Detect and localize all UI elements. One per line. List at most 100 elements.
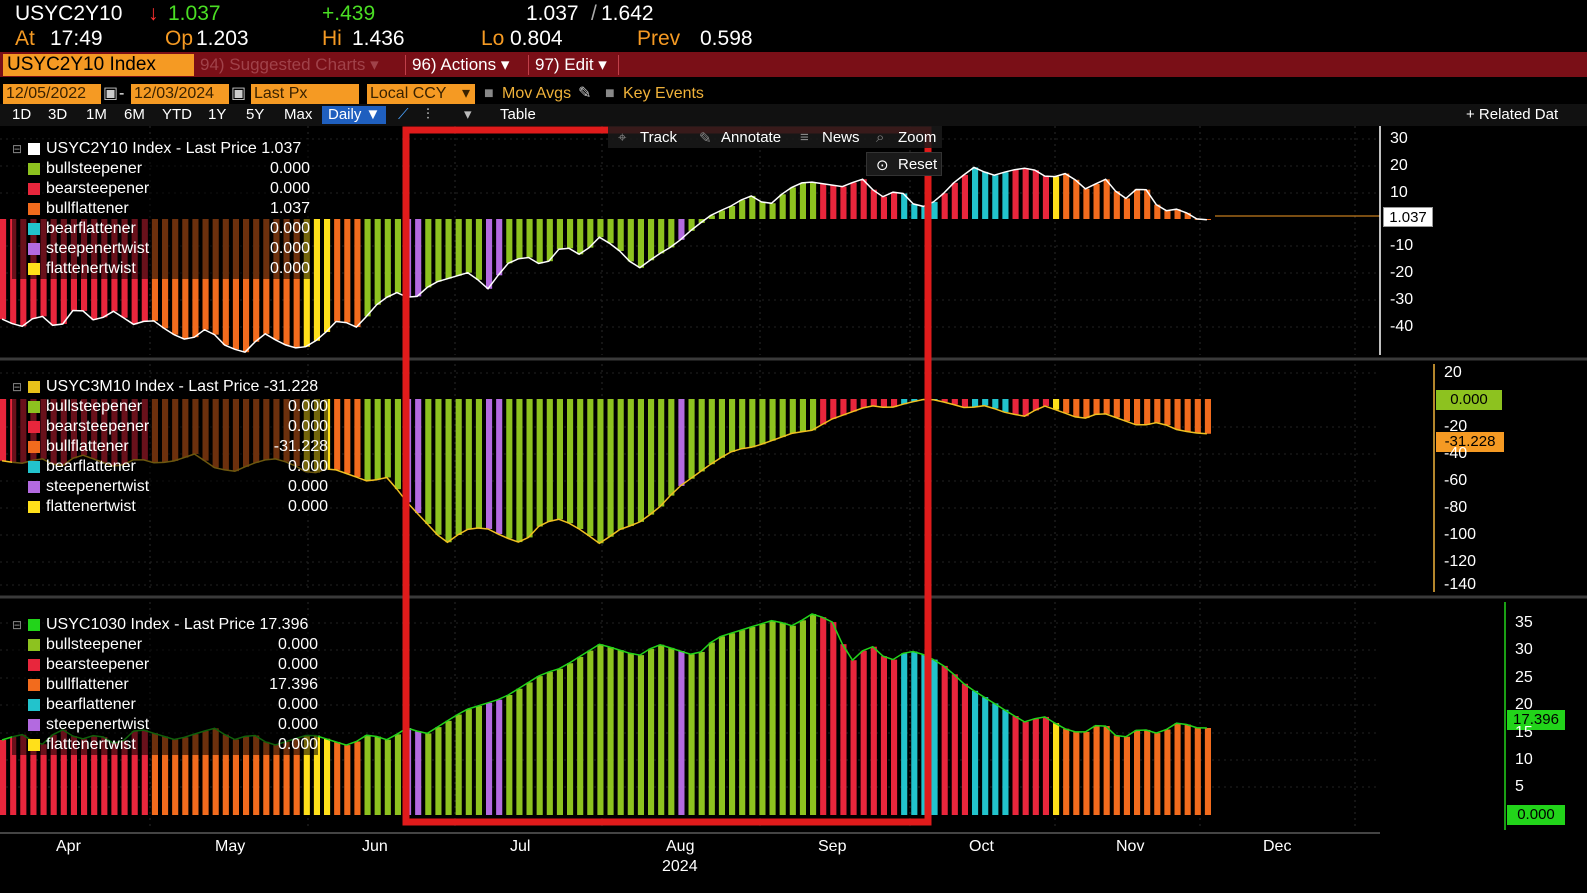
regime-swatch (28, 719, 40, 731)
bar (799, 399, 806, 432)
bar (688, 654, 695, 815)
legend-item[interactable]: flattenertwist 0.000 (12, 259, 310, 279)
bar (516, 219, 523, 259)
legend-item-value: 0.000 (287, 458, 328, 475)
news-icon[interactable]: ≡ (800, 129, 809, 146)
bar (1083, 188, 1090, 219)
legend-item[interactable]: steepenertwist 0.000 (12, 715, 318, 735)
legend-item[interactable]: steepenertwist 0.000 (12, 239, 310, 259)
annotate-icon[interactable]: ✎ (699, 129, 712, 147)
regime-swatch (28, 679, 40, 691)
collapse-icon[interactable]: ⊟ (12, 615, 22, 635)
bar (830, 399, 837, 419)
legend-item[interactable]: bullflattener -31.228 (12, 437, 328, 457)
bar (870, 399, 877, 406)
bar (394, 219, 401, 293)
bar (415, 219, 422, 297)
bar (1012, 169, 1019, 219)
legend-item[interactable]: bearflattener 0.000 (12, 219, 310, 239)
bar (729, 206, 736, 219)
bar (1204, 399, 1211, 434)
track-icon[interactable]: ⌖ (618, 129, 626, 146)
bar (334, 219, 341, 322)
zoom-button[interactable]: Zoom (898, 129, 936, 146)
bar (425, 733, 432, 815)
bar (708, 399, 715, 465)
legend-item-label: steepenertwist (46, 716, 150, 733)
y-tick-label: 30 (1390, 130, 1408, 147)
bar (718, 636, 725, 815)
bar (810, 614, 817, 815)
legend-item[interactable]: flattenertwist 0.000 (12, 735, 318, 755)
legend-item[interactable]: steepenertwist 0.000 (12, 477, 328, 497)
bar (779, 194, 786, 219)
bar (0, 219, 7, 320)
bar (637, 655, 644, 815)
bar (445, 219, 452, 279)
regime-swatch (28, 263, 40, 275)
regime-swatch (28, 739, 40, 751)
legend-item[interactable]: bearsteepener 0.000 (12, 417, 328, 437)
bar (445, 720, 452, 815)
track-button[interactable]: Track (640, 129, 677, 146)
y-tick-label: -140 (1444, 576, 1477, 593)
highlight-box (402, 126, 932, 826)
bar (951, 674, 958, 815)
bar (617, 399, 624, 530)
legend-item[interactable]: bearflattener 0.000 (12, 695, 318, 715)
bar (810, 182, 817, 219)
bar (567, 399, 574, 524)
bar (486, 702, 493, 815)
regime-swatch (28, 699, 40, 711)
legend-item[interactable]: bullsteepener 0.000 (12, 635, 318, 655)
bar (374, 736, 381, 815)
annotate-button[interactable]: Annotate (721, 129, 781, 146)
legend-item[interactable]: bullsteepener 0.000 (12, 159, 310, 179)
x-tick-label: Sep (818, 838, 847, 855)
y-tick-label: 15 (1515, 724, 1533, 741)
legend-item-label: bearsteepener (46, 656, 150, 673)
reset-icon[interactable]: ⊙ (876, 156, 889, 174)
bar (992, 175, 999, 219)
bar (931, 201, 938, 219)
legend-item-label: steepenertwist (46, 478, 150, 495)
zoom-icon[interactable]: ⌕ (876, 129, 884, 146)
bar (891, 659, 898, 815)
x-tick-label: Dec (1263, 838, 1292, 855)
bar (556, 399, 563, 520)
bar (799, 182, 806, 219)
legend-item[interactable]: flattenertwist 0.000 (12, 497, 328, 517)
legend-item[interactable]: bearsteepener 0.000 (12, 655, 318, 675)
news-button[interactable]: News (822, 129, 860, 146)
legend-item-value: 0.000 (277, 696, 318, 713)
x-tick-label: Aug (666, 838, 695, 855)
bar (516, 399, 523, 543)
bar (739, 630, 746, 815)
bar (354, 399, 361, 478)
bar (961, 174, 968, 219)
bar (465, 709, 472, 815)
legend-item[interactable]: bullflattener 1.037 (12, 199, 310, 219)
bar (496, 219, 503, 276)
legend-item[interactable]: bearsteepener 0.000 (12, 179, 310, 199)
bar (1103, 726, 1110, 815)
bar (1042, 399, 1049, 406)
legend-item[interactable]: bullflattener 17.396 (12, 675, 318, 695)
bar (455, 714, 462, 815)
bar (1174, 399, 1181, 430)
legend-item[interactable]: bearflattener 0.000 (12, 457, 328, 477)
legend-item[interactable]: bullsteepener 0.000 (12, 397, 328, 417)
y-tick-label: -20 (1444, 418, 1468, 435)
legend-item-label: bullflattener (46, 676, 129, 693)
bar (364, 735, 371, 815)
legend-item-value: 0.000 (277, 716, 318, 733)
reset-button[interactable]: Reset (898, 156, 937, 173)
bar (698, 651, 705, 815)
collapse-icon[interactable]: ⊟ (12, 377, 22, 397)
bar (961, 683, 968, 815)
bar (901, 653, 908, 815)
bar (496, 399, 503, 535)
collapse-icon[interactable]: ⊟ (12, 139, 22, 159)
legend-item-value: 0.000 (287, 398, 328, 415)
bar (536, 676, 543, 815)
